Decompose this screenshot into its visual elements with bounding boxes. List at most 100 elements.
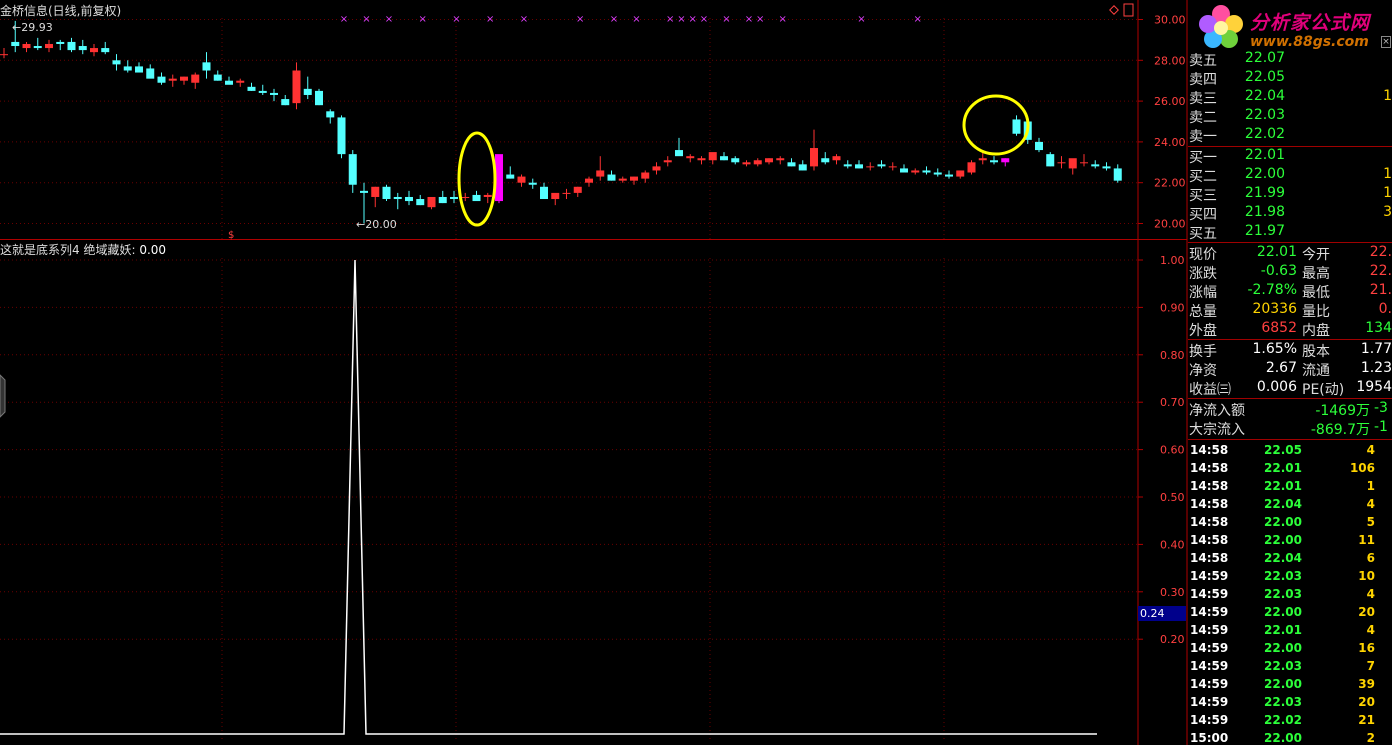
close-icon[interactable]: ×: [1381, 36, 1391, 48]
stat-label: 流通: [1302, 363, 1330, 379]
panel-separator: [1188, 242, 1392, 243]
candle: [753, 158, 762, 167]
candle-body: [686, 156, 695, 159]
price-tick-label: 26.00: [1154, 95, 1186, 108]
candle: [315, 88, 323, 106]
stat-row[interactable]: 净资 2.67 流通 1.23: [1188, 360, 1392, 379]
tick-price: 22.03: [1264, 659, 1302, 673]
bid-row[interactable]: 买三 21.99 1: [1188, 185, 1392, 204]
stat-row[interactable]: 换手 1.65% 股本 1.77: [1188, 341, 1392, 360]
candle-body: [630, 176, 638, 181]
ask-row[interactable]: 卖五 22.07: [1188, 50, 1392, 69]
tick-row[interactable]: 14:58 22.04 4: [1188, 497, 1392, 515]
tick-volume: 6: [1366, 551, 1375, 565]
ask-row[interactable]: 卖一 22.02: [1188, 126, 1392, 145]
candle-body: [821, 158, 830, 163]
candle: [292, 62, 301, 110]
bid-label: 买四: [1189, 207, 1217, 223]
logo-title: 分析家公式网: [1250, 12, 1371, 34]
tick-row[interactable]: 14:58 22.05 4: [1188, 443, 1392, 461]
tick-row[interactable]: 14:58 22.00 5: [1188, 515, 1392, 533]
candle: [990, 156, 998, 165]
candle-body: [78, 46, 87, 51]
ask-price: 22.07: [1244, 50, 1285, 66]
candle: [416, 194, 425, 206]
bid-price: 22.01: [1244, 147, 1285, 163]
tick-row[interactable]: 14:59 22.01 4: [1188, 623, 1392, 641]
tick-row[interactable]: 14:59 22.00 39: [1188, 677, 1392, 695]
candlestick-series[interactable]: [0, 20, 1122, 224]
stat-value: 21.: [1369, 282, 1392, 298]
candle-body: [258, 90, 267, 93]
bid-row[interactable]: 买五 21.97: [1188, 223, 1392, 242]
tick-time: 14:59: [1190, 587, 1229, 601]
candle-body: [855, 164, 863, 169]
panel-separator: [1188, 398, 1392, 399]
bid-row[interactable]: 买一 22.01: [1188, 147, 1392, 166]
tick-row[interactable]: 14:58 22.01 1: [1188, 479, 1392, 497]
flow-row[interactable]: 净流入额 -1469万 -3: [1188, 400, 1392, 419]
candle: [877, 160, 886, 169]
candle: [382, 184, 391, 202]
indicator-series-label: 绝域藏妖:: [83, 243, 136, 257]
stat-label: 内盘: [1302, 323, 1330, 339]
tick-time: 15:00: [1190, 731, 1229, 745]
candle-body: [742, 162, 751, 165]
stat-row[interactable]: 外盘 6852 内盘 134: [1188, 320, 1392, 339]
signal-x-marker: ×: [677, 14, 685, 25]
tick-time: 14:58: [1190, 479, 1229, 493]
candle: [652, 162, 661, 175]
candle-body: [371, 186, 380, 197]
tick-price: 22.01: [1264, 623, 1302, 637]
candle-body: [67, 41, 76, 51]
candle-body: [1102, 166, 1111, 169]
candle-body: [236, 80, 245, 83]
stat-row[interactable]: 现价 22.01 今开 22.: [1188, 244, 1392, 263]
tick-row[interactable]: 14:59 22.03 7: [1188, 659, 1392, 677]
stat-label: 涨跌: [1189, 266, 1217, 282]
ask-row[interactable]: 卖二 22.03: [1188, 107, 1392, 126]
tick-row[interactable]: 14:59 22.03 10: [1188, 569, 1392, 587]
candle-body: [270, 92, 278, 95]
diamond-icon: [1109, 5, 1119, 15]
bid-volume: 1: [1383, 185, 1392, 201]
tick-row[interactable]: 14:58 22.01 106: [1188, 461, 1392, 479]
bid-row[interactable]: 买二 22.00 1: [1188, 166, 1392, 185]
candle-body: [765, 158, 773, 163]
tick-volume: 20: [1358, 695, 1375, 709]
tick-row[interactable]: 14:58 22.00 11: [1188, 533, 1392, 551]
panel-separator: [1188, 339, 1392, 340]
logo-url[interactable]: www.88gs.com: [1250, 34, 1369, 50]
stat-row[interactable]: 总量 20336 量比 0.: [1188, 301, 1392, 320]
tick-row[interactable]: 15:00 22.00 2: [1188, 731, 1392, 745]
ask-row[interactable]: 卖四 22.05: [1188, 69, 1392, 88]
chart-area[interactable]: 30.0028.0026.0024.0022.0020.00 1.000.900…: [0, 0, 1392, 745]
tick-row[interactable]: 14:59 22.03 4: [1188, 587, 1392, 605]
ask-price: 22.02: [1244, 126, 1285, 142]
stat-row[interactable]: 涨幅 -2.78% 最低 21.: [1188, 282, 1392, 301]
tick-row[interactable]: 14:59 22.03 20: [1188, 695, 1392, 713]
candle-body: [461, 196, 470, 198]
candle-body: [101, 48, 110, 53]
candle-body: [438, 196, 447, 204]
signal-x-marker: ×: [857, 14, 865, 25]
candle: [258, 84, 267, 95]
stat-row[interactable]: 收益㈢ 0.006 PE(动) 1954: [1188, 379, 1392, 398]
flow-row[interactable]: 大宗流入 -869.7万 -1: [1188, 419, 1392, 438]
stat-value: 22.01: [1256, 244, 1297, 260]
tick-row[interactable]: 14:59 22.00 20: [1188, 605, 1392, 623]
ask-row[interactable]: 卖三 22.04 1: [1188, 88, 1392, 107]
bid-row[interactable]: 买四 21.98 3: [1188, 204, 1392, 223]
candle-body: [787, 162, 796, 167]
logo-banner[interactable]: 分析家公式网 www.88gs.com ×: [1188, 0, 1392, 56]
tick-row[interactable]: 14:58 22.04 6: [1188, 551, 1392, 569]
candle: [337, 115, 346, 159]
tick-row[interactable]: 14:59 22.02 21: [1188, 713, 1392, 731]
tick-row[interactable]: 14:59 22.00 16: [1188, 641, 1392, 659]
candle-body: [450, 196, 458, 200]
candle-body: [11, 41, 20, 47]
indicator-tick-label: 0.20: [1160, 633, 1185, 646]
indicator-tick-label: 0.40: [1160, 538, 1185, 551]
stat-row[interactable]: 涨跌 -0.63 最高 22.: [1188, 263, 1392, 282]
candle-body: [1035, 141, 1043, 151]
